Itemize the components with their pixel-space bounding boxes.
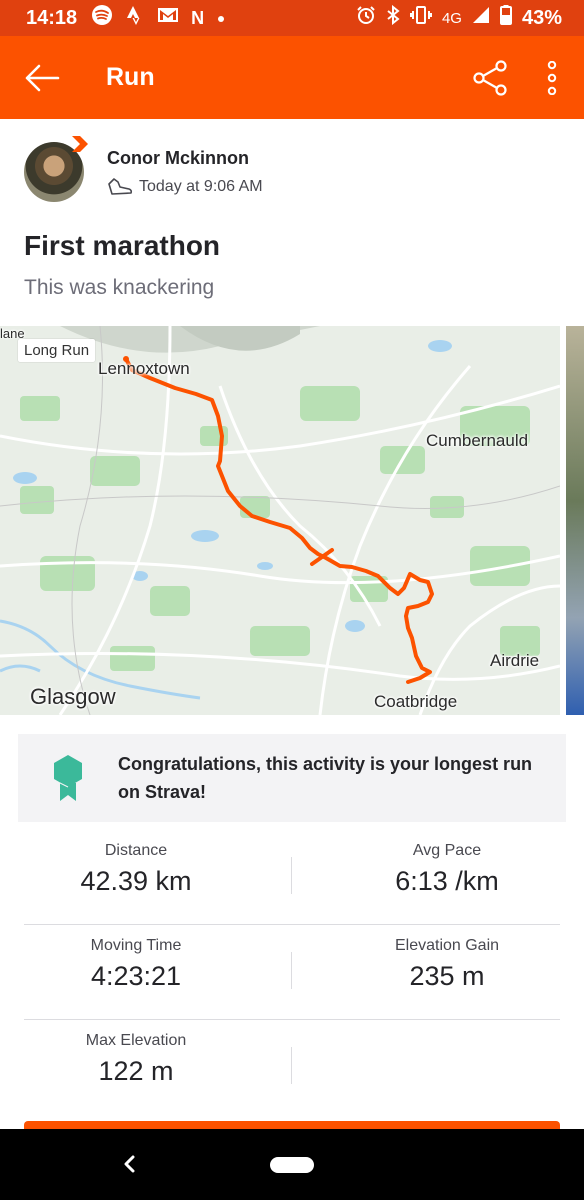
achievement-banner[interactable]: Congratulations, this activity is your l… — [18, 734, 566, 822]
more-vertical-icon — [547, 60, 557, 95]
stat-value: 122 m — [98, 1056, 174, 1086]
page-title: Run — [106, 63, 155, 91]
stat-value: 42.39 km — [80, 866, 192, 896]
alarm-icon — [356, 5, 376, 31]
activity-description: This was knackering — [24, 276, 215, 299]
stat-label: Avg Pace — [412, 842, 482, 859]
map-label-glasgow: Glasgow — [30, 684, 116, 709]
stat-elevation-gain: Elevation Gain 235 m — [335, 937, 559, 992]
athlete-header: Conor Mckinnon Today at 9:06 AM — [24, 136, 564, 210]
achievement-message: Congratulations, this activity is your l… — [118, 754, 533, 802]
bluetooth-icon — [386, 4, 400, 31]
map-canvas — [0, 326, 560, 715]
stats-row-3: Max Elevation 122 m — [24, 1020, 560, 1115]
map-label-lennoxtown: Lennoxtown — [98, 359, 190, 378]
map-label-airdrie: Airdrie — [490, 651, 540, 670]
stat-value: 4:23:21 — [90, 961, 182, 991]
divider — [291, 857, 292, 894]
map-label-cumbernauld: Cumbernauld — [426, 431, 529, 450]
map-label-coatbridge: Coatbridge — [374, 692, 458, 711]
network-icon: 4G — [441, 9, 462, 27]
divider — [291, 1047, 292, 1084]
stat-distance: Distance 42.39 km — [24, 842, 248, 897]
stat-value: 6:13 /km — [395, 866, 499, 896]
back-arrow-icon — [25, 64, 60, 91]
dot-icon — [216, 7, 226, 30]
nav-back-button[interactable] — [113, 1147, 145, 1181]
status-time: 14:18 — [26, 6, 78, 29]
chevron-left-icon — [124, 1155, 135, 1173]
status-bar: 14:18 N 4G 43% — [0, 0, 584, 36]
signal-icon — [472, 6, 490, 30]
gmail-icon — [157, 6, 179, 30]
stat-max-elevation: Max Elevation 122 m — [24, 1032, 248, 1087]
stat-value: 235 m — [409, 961, 485, 991]
divider — [291, 952, 292, 989]
activity-stats: Distance 42.39 km Avg Pace 6:13 /km Movi… — [24, 830, 560, 1115]
activity-meta: Today at 9:06 AM — [107, 178, 263, 196]
medal-icon — [40, 748, 96, 808]
stat-avg-pace: Avg Pace 6:13 /km — [335, 842, 559, 897]
back-button[interactable] — [0, 36, 84, 119]
stat-label: Elevation Gain — [394, 937, 500, 954]
nav-home-button[interactable] — [270, 1157, 314, 1173]
stat-label: Moving Time — [90, 937, 182, 954]
activity-time: Today at 9:06 AM — [139, 178, 263, 195]
app-bar-actions — [464, 48, 584, 108]
workout-type-tag: Long Run — [18, 339, 96, 362]
system-navigation-bar — [0, 1129, 584, 1200]
subscriber-badge-icon — [72, 136, 88, 152]
spotify-icon — [91, 4, 113, 32]
vibrate-icon — [409, 5, 432, 31]
stat-label: Max Elevation — [85, 1032, 187, 1049]
app-bar: Run — [0, 36, 584, 119]
map-label-lane: lane — [0, 326, 25, 341]
stats-row-1: Distance 42.39 km Avg Pace 6:13 /km — [24, 830, 560, 925]
route-map[interactable] — [0, 326, 560, 715]
shoe-icon — [108, 178, 133, 195]
next-photo-preview[interactable] — [566, 326, 584, 715]
share-button[interactable] — [464, 48, 516, 108]
more-options-button[interactable] — [532, 48, 572, 108]
stat-label: Distance — [104, 842, 168, 859]
battery-icon — [499, 5, 512, 31]
strava-icon — [125, 5, 145, 31]
activity-title: First marathon — [24, 230, 221, 261]
notification-icons: N — [91, 4, 226, 32]
netflix-icon: N — [191, 8, 205, 28]
system-icons: 4G 43% — [356, 4, 562, 31]
athlete-name[interactable]: Conor Mckinnon — [107, 148, 249, 169]
share-icon — [473, 59, 507, 96]
stat-moving-time: Moving Time 4:23:21 — [24, 937, 248, 992]
battery-percent: 43% — [521, 6, 562, 29]
stats-row-2: Moving Time 4:23:21 Elevation Gain 235 m — [24, 925, 560, 1020]
